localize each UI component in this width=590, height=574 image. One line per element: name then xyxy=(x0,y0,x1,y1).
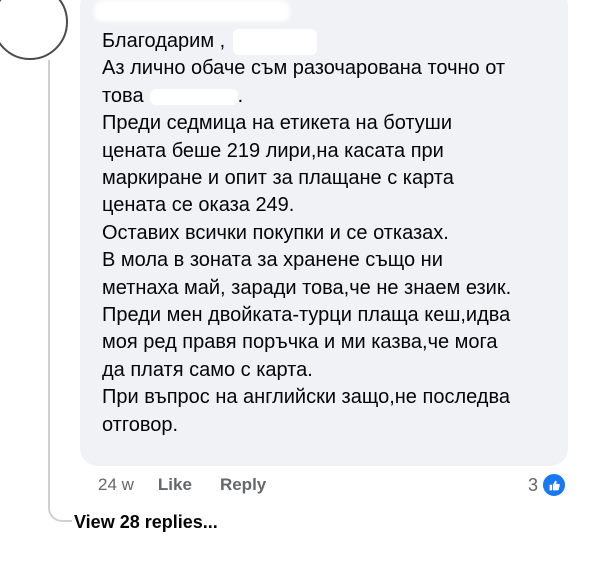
comment-line: Аз лично обаче съм разочарована точно от xyxy=(102,57,506,80)
avatar[interactable] xyxy=(0,0,68,60)
like-button[interactable]: Like xyxy=(158,475,192,495)
reply-button[interactable]: Reply xyxy=(220,475,266,495)
redaction xyxy=(149,88,238,105)
comment-line: Преди мен двойката-турци плаща кеш,идва xyxy=(102,304,511,327)
comment-line: . xyxy=(237,84,244,107)
view-replies-link[interactable]: View 28 replies... xyxy=(74,512,218,533)
comment-line: моя ред правя поръчка и ми казва,че мога xyxy=(102,331,498,354)
reaction-count: 3 xyxy=(528,474,539,495)
comment-line: В мола в зоната за хранене също ни xyxy=(102,249,443,272)
comment-line: Преди седмица на етикета на ботуши xyxy=(102,112,453,135)
thread-line xyxy=(48,60,72,522)
comment-line: да платя само с карта. xyxy=(102,358,313,381)
comment-line: метнаха май, заради това,че не знаем ези… xyxy=(102,276,512,299)
comment-line: Оставих всички покупки и се отказах. xyxy=(102,221,449,244)
comment-line: цената беше 219 лири,на касата при xyxy=(102,139,444,162)
comment-line: това xyxy=(102,84,144,107)
author-name-redacted xyxy=(94,0,290,22)
thumbs-up-icon xyxy=(541,472,568,498)
comment-actions: 24 w Like Reply xyxy=(98,473,266,497)
comment-line: отговор. xyxy=(102,413,179,436)
timestamp-link[interactable]: 24 w xyxy=(98,475,134,495)
comment-line: При въпрос на английски защо,не последва xyxy=(102,386,510,409)
comment-line: маркиране и опит за плащане с карта xyxy=(102,167,454,190)
reaction-summary[interactable]: 3 xyxy=(528,472,568,498)
comment-line: цената се оказа 249. xyxy=(102,194,295,217)
comment-line: Благодарим , xyxy=(102,30,226,52)
redaction xyxy=(233,28,318,55)
comment-text: Благодарим , Аз лично обаче съм разочаро… xyxy=(102,28,558,439)
